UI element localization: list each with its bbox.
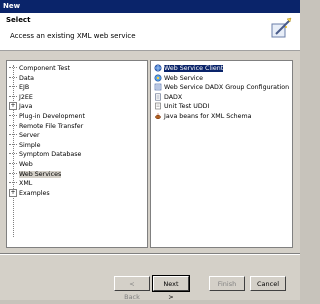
tree-item[interactable]: Component Test [9, 64, 70, 73]
new-wizard-icon [271, 17, 292, 38]
tree-connector [9, 163, 17, 165]
tree-item[interactable]: EJB [9, 83, 29, 92]
wizard-content: Component Test Data EJB J2EE + Java Plug-in De… [0, 51, 300, 281]
category-tree[interactable]: Component Test Data EJB J2EE + Java Plug-in De… [6, 60, 148, 248]
tree-item-label: Java [19, 103, 33, 111]
list-item[interactable]: Java beans for XML Schema [154, 112, 252, 121]
list-item-label: DADX [164, 93, 183, 101]
tree-item-label: Data [19, 74, 35, 82]
tree-connector [9, 134, 17, 136]
expand-icon[interactable]: + [9, 188, 17, 197]
tree-connector [9, 143, 17, 146]
banner-description: Access an existing XML web service [10, 32, 136, 40]
list-item-label: Web Service DADX Group Configuration [164, 84, 290, 92]
tree-item-label: Simple [19, 141, 41, 149]
tree-item-label: Web Services [19, 170, 62, 178]
list-item[interactable]: Web Service DADX Group Configuration [154, 83, 289, 92]
tree-item[interactable]: Web Services [9, 170, 62, 179]
tree-item[interactable]: Web [9, 160, 33, 169]
back-button[interactable]: < Back [114, 276, 150, 301]
tree-item-label: Examples [19, 189, 50, 197]
dadx-icon [155, 93, 161, 101]
list-item-label: Java beans for XML Schema [164, 113, 252, 120]
tree-item[interactable]: Data [9, 74, 34, 83]
tree-item[interactable]: XML [9, 179, 32, 188]
tree-connector [9, 95, 17, 98]
tree-connector [9, 153, 17, 155]
tree-item-label: Web [19, 161, 33, 168]
tree-item-label: EJB [19, 84, 30, 92]
tree-item-label: J2EE [19, 93, 33, 101]
tree-connector [9, 172, 17, 175]
tree-item-label: Plug-in Development [19, 113, 85, 120]
tree-item-label: Remote File Transfer [19, 122, 84, 130]
tree-connector [9, 182, 17, 184]
list-item[interactable]: Web Service [154, 74, 203, 83]
tree-item-label: Symptom Database [19, 151, 82, 159]
list-item[interactable]: Unit Test UDDI [154, 102, 209, 111]
tree-connector [9, 67, 17, 69]
cancel-button[interactable]: Cancel [250, 276, 286, 291]
list-item-label: Web Service Client [164, 65, 224, 72]
web-service-icon [154, 74, 162, 82]
window-title: New [0, 0, 300, 13]
tree-connector [9, 76, 17, 79]
java-bean-icon [155, 113, 161, 120]
list-item-label: Unit Test UDDI [164, 103, 210, 111]
tree-item[interactable]: Server [9, 131, 40, 140]
tree-item-label: Component Test [19, 65, 70, 72]
wizard-list[interactable]: Web Service Client Web Service Web Service… [150, 60, 293, 248]
tree-item[interactable]: + Java [9, 102, 32, 111]
list-item[interactable]: Web Service Client [154, 64, 224, 73]
banner-title: Select [6, 16, 31, 24]
list-item-label: Web Service [164, 74, 204, 82]
web-service-client-icon [154, 64, 162, 72]
expand-icon[interactable]: + [9, 102, 17, 111]
tree-item[interactable]: Symptom Database [9, 150, 81, 159]
tree-item-label: XML [19, 180, 33, 188]
tree-connector [9, 86, 17, 88]
uddi-icon [155, 103, 161, 110]
next-button[interactable]: Next > [152, 275, 190, 301]
wizard-banner: Select Access an existing XML web servic… [0, 13, 300, 51]
tree-connector [9, 124, 17, 127]
tree-item[interactable]: Plug-in Development [9, 112, 85, 121]
tree-item-label: Server [19, 132, 40, 140]
tree-item[interactable]: Remote File Transfer [9, 122, 83, 131]
new-wizard-window: New Select Access an existing XML web se… [0, 0, 300, 301]
tree-connector [9, 115, 17, 117]
tree-item[interactable]: + Examples [9, 188, 50, 198]
tree-item[interactable]: J2EE [9, 93, 33, 102]
dadx-group-icon [154, 83, 162, 91]
tree-item[interactable]: Simple [9, 141, 41, 150]
finish-button[interactable]: Finish [209, 276, 245, 291]
footer-separator [0, 253, 300, 255]
list-item[interactable]: DADX [154, 93, 182, 102]
